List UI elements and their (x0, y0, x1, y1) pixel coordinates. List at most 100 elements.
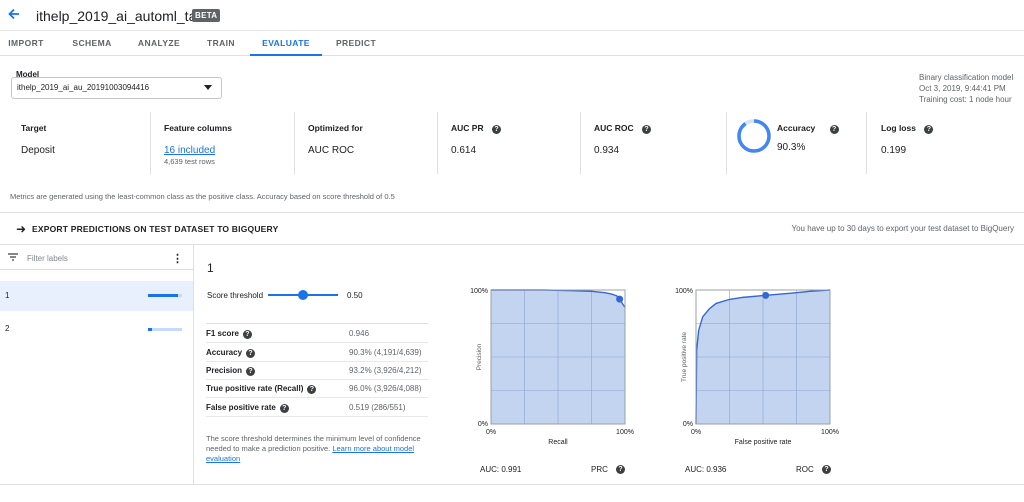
x-tick-max: 100% (616, 429, 634, 436)
metric-value: 0.519 (286/551) (349, 403, 406, 412)
score-threshold-label: Score threshold (207, 291, 264, 300)
divider (866, 112, 867, 174)
tab-import[interactable]: IMPORT (0, 31, 52, 56)
metric-key-text: False positive rate (206, 403, 276, 412)
metric-key-text: F1 score (206, 329, 239, 338)
dropdown-caret-icon[interactable] (204, 85, 212, 90)
help-icon[interactable]: ? (279, 404, 289, 413)
filter-icon[interactable] (8, 253, 18, 261)
feature-columns-label: Feature columns (164, 123, 233, 133)
model-meta: Binary classification model Oct 3, 2019,… (919, 72, 1014, 105)
help-icon[interactable]: ? (242, 330, 252, 339)
prc-auc: AUC: 0.991 (480, 465, 522, 474)
metric-row-recall: True positive rate (Recall)? 96.0% (3,926… (206, 380, 428, 398)
tab-predict[interactable]: PREDICT (328, 31, 384, 56)
help-icon[interactable]: ? (829, 125, 839, 134)
label-title: 1 (207, 261, 214, 275)
auc-pr-value: 0.614 (451, 145, 477, 156)
metric-value: 0.946 (349, 329, 370, 338)
help-icon[interactable]: ? (491, 125, 501, 134)
score-threshold-value: 0.50 (347, 291, 363, 300)
threshold-explanation: The score threshold determines the minim… (206, 434, 441, 464)
roc-auc: AUC: 0.936 (685, 465, 727, 474)
divider (580, 112, 581, 174)
label-bar-fill (148, 294, 178, 297)
y-tick-max: 100% (675, 288, 693, 295)
metric-key: True positive rate (Recall)? (206, 384, 317, 394)
help-icon[interactable]: ? (642, 125, 652, 134)
auc-roc-value: 0.934 (594, 145, 620, 156)
slider-handle[interactable] (298, 290, 308, 300)
log-loss-label: Log loss ? (881, 123, 934, 134)
metric-value: 90.3% (4,191/4,639) (349, 348, 422, 357)
model-select-value: ithelp_2019_ai_au_20191003094416 (17, 83, 150, 92)
label-name: 2 (5, 324, 10, 333)
help-icon[interactable]: ? (246, 367, 256, 376)
roc-title: ROC (796, 465, 814, 474)
tab-bar: IMPORT SCHEMA ANALYZE TRAIN EVALUATE PRE… (0, 31, 1024, 56)
x-axis-label: Recall (548, 439, 568, 446)
divider (206, 323, 428, 324)
metric-key: Accuracy? (206, 348, 256, 358)
help-icon[interactable]: ? (822, 465, 831, 474)
export-bigquery-button[interactable]: EXPORT PREDICTIONS ON TEST DATASET TO BI… (32, 224, 278, 234)
threshold-point (762, 291, 770, 299)
sidebar-divider (193, 245, 194, 485)
y-tick-max: 100% (470, 288, 488, 295)
metric-key-text: Accuracy (206, 348, 243, 357)
y-tick-min: 0% (478, 421, 488, 428)
x-tick-min: 0% (486, 429, 496, 436)
prc-chart: 100% 0%0% 100% Recall Precision (470, 288, 634, 446)
feature-columns-link[interactable]: 16 included (164, 145, 215, 156)
metric-row-f1: F1 score? 0.946 (206, 325, 428, 343)
label-name: 1 (5, 291, 10, 300)
test-rows: 4,639 test rows (164, 157, 215, 166)
target-label: Target (21, 123, 47, 133)
dataset-title: ithelp_2019_ai_automl_table (36, 8, 216, 24)
prc-title: PRC (591, 465, 608, 474)
y-axis-label: True positive rate (681, 332, 688, 382)
beta-badge: BETA (192, 9, 221, 22)
help-icon[interactable]: ? (307, 385, 317, 394)
filter-labels-input[interactable]: Filter labels (27, 254, 68, 263)
label-row-1[interactable]: 1 (0, 281, 193, 311)
x-axis-label: False positive rate (735, 439, 792, 446)
export-note: You have up to 30 days to export your te… (791, 224, 1014, 233)
x-tick-min: 0% (691, 429, 701, 436)
tab-schema[interactable]: SCHEMA (64, 31, 120, 56)
tab-analyze[interactable]: ANALYZE (130, 31, 188, 56)
help-icon[interactable]: ? (924, 125, 934, 134)
y-tick-min: 0% (683, 421, 693, 428)
auc-pr-label-text: AUC PR (451, 123, 484, 133)
divider (0, 212, 1024, 213)
divider (294, 112, 295, 174)
accuracy-ring-icon (737, 119, 771, 153)
divider (726, 112, 727, 174)
optimized-for-label: Optimized for (308, 123, 363, 133)
auc-roc-label-text: AUC ROC (594, 123, 634, 133)
tab-evaluate[interactable]: EVALUATE (250, 31, 322, 56)
tab-train[interactable]: TRAIN (196, 31, 246, 56)
help-icon[interactable]: ? (246, 349, 256, 358)
back-arrow-icon[interactable] (6, 6, 22, 22)
threshold-point (616, 295, 624, 303)
model-type: Binary classification model (919, 73, 1014, 82)
more-vert-icon[interactable]: ⋮ (172, 252, 183, 265)
divider (0, 484, 1024, 485)
y-axis-label: Precision (476, 343, 483, 370)
metric-row-precision: Precision? 93.2% (3,926/4,212) (206, 362, 428, 380)
accuracy-label: Accuracy ? (777, 123, 839, 134)
label-row-2[interactable]: 2 (0, 314, 193, 344)
metric-value: 93.2% (3,926/4,212) (349, 366, 422, 375)
auc-roc-label: AUC ROC ? (594, 123, 652, 134)
help-icon[interactable]: ? (616, 465, 625, 474)
metric-key: False positive rate? (206, 403, 289, 413)
divider (437, 112, 438, 174)
label-bar (148, 294, 182, 297)
metric-key: F1 score? (206, 329, 252, 339)
auc-pr-label: AUC PR ? (451, 123, 501, 134)
accuracy-label-text: Accuracy (777, 123, 816, 133)
log-loss-value: 0.199 (881, 145, 907, 156)
arrow-right-icon[interactable]: ➜ (16, 222, 26, 236)
training-cost: Training cost: 1 node hour (919, 95, 1012, 104)
